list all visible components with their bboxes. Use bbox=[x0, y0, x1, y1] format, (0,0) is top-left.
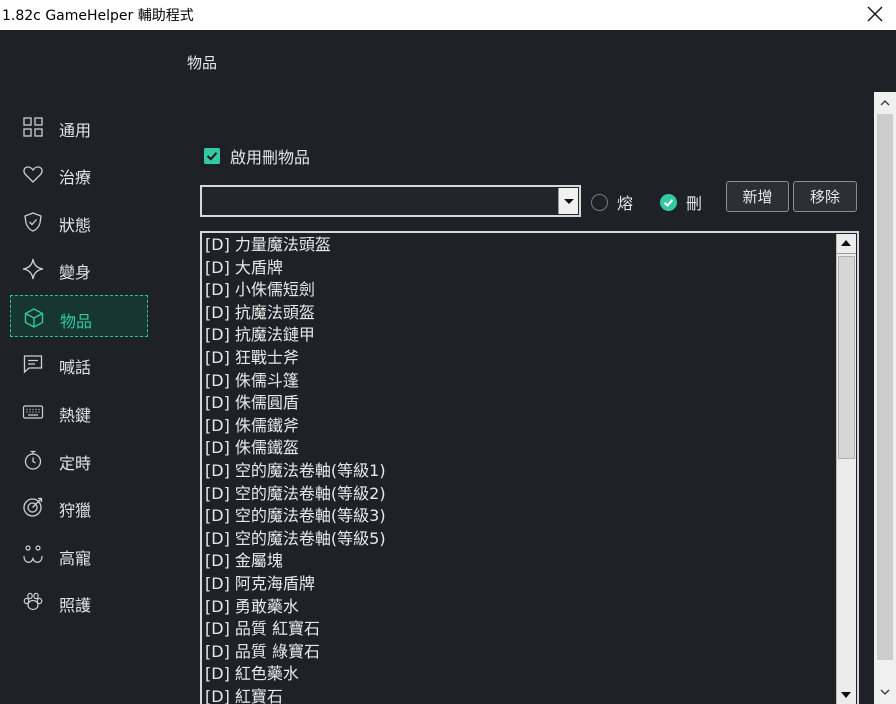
remove-button[interactable]: 移除 bbox=[793, 181, 857, 212]
sidebar-item-transform[interactable]: 變身 bbox=[10, 247, 148, 289]
list-item[interactable]: [D] 空的魔法卷軸(等級5) bbox=[205, 528, 386, 551]
list-item[interactable]: [D] 侏儒鐵斧 bbox=[205, 415, 386, 438]
list-item[interactable]: [D] 小侏儒短劍 bbox=[205, 279, 386, 302]
page-scroll-up-icon[interactable] bbox=[874, 92, 896, 114]
list-item[interactable]: [D] 大盾牌 bbox=[205, 257, 386, 280]
keyboard-icon bbox=[22, 405, 44, 419]
paw-icon bbox=[23, 592, 43, 611]
sidebar-item-label: 通用 bbox=[59, 121, 92, 140]
check-icon bbox=[206, 152, 218, 161]
list-item[interactable]: [D] 金屬塊 bbox=[205, 550, 386, 573]
sidebar-item-label: 喊話 bbox=[59, 358, 92, 377]
list-item[interactable]: [D] 品質 綠寶石 bbox=[205, 641, 386, 664]
list-item[interactable]: [D] 紅色藥水 bbox=[205, 663, 386, 686]
sidebar-item-timer[interactable]: 定時 bbox=[10, 438, 148, 480]
sparkle-icon bbox=[22, 258, 44, 280]
list-item[interactable]: [D] 抗魔法頭盔 bbox=[205, 302, 386, 325]
cube-icon bbox=[24, 308, 44, 328]
list-item[interactable]: [D] 侏儒圓盾 bbox=[205, 392, 386, 415]
scroll-thumb[interactable] bbox=[838, 256, 855, 459]
page-scroll-down-icon[interactable] bbox=[874, 682, 896, 704]
add-button[interactable]: 新增 bbox=[726, 181, 789, 212]
sidebar-item-label: 狩獵 bbox=[59, 501, 92, 520]
scroll-up-icon[interactable] bbox=[837, 234, 856, 254]
sidebar-item-care[interactable]: 照護 bbox=[10, 580, 148, 622]
sidebar-item-status[interactable]: 狀態 bbox=[10, 200, 148, 242]
sidebar-item-hotkey[interactable]: 熱鍵 bbox=[10, 390, 148, 432]
sidebar-item-label: 高寵 bbox=[59, 549, 92, 568]
sidebar-item-pet[interactable]: 高寵 bbox=[10, 533, 148, 575]
list-item[interactable]: [D] 紅寶石 bbox=[205, 686, 386, 704]
stopwatch-icon bbox=[24, 450, 42, 470]
enable-delete-label: 啟用刪物品 bbox=[230, 148, 311, 167]
window-title: 1.82c GameHelper 輔助程式 bbox=[2, 8, 194, 24]
list-item[interactable]: [D] 品質 紅寶石 bbox=[205, 618, 386, 641]
shield-icon bbox=[24, 212, 42, 232]
item-combobox[interactable] bbox=[200, 185, 581, 217]
list-item[interactable]: [D] 抗魔法鏈甲 bbox=[205, 324, 386, 347]
radio-smelt[interactable]: 熔 bbox=[591, 190, 633, 214]
sidebar-item-general[interactable]: 通用 bbox=[10, 105, 148, 147]
radio-circle-icon bbox=[591, 193, 608, 211]
target-icon bbox=[23, 497, 43, 517]
item-list: [D] 力量魔法頭盔 [D] 大盾牌 [D] 小侏儒短劍 [D] 抗魔法頭盔 [D] 抗… bbox=[205, 234, 386, 704]
chevron-down-icon[interactable] bbox=[558, 188, 578, 214]
sidebar-item-label: 物品 bbox=[60, 312, 93, 331]
scroll-down-icon[interactable] bbox=[837, 684, 856, 704]
enable-delete-row[interactable]: 啟用刪物品 bbox=[204, 144, 310, 168]
radio-delete-label: 刪 bbox=[686, 194, 703, 213]
pet-face-icon bbox=[23, 545, 43, 563]
radio-smelt-label: 熔 bbox=[617, 194, 634, 213]
app-window: 物品 通用 治療 狀態 變身 物品 喊話 熱鍵 定時 狩獵 高寵 照護 啟用刪物… bbox=[0, 30, 896, 704]
title-bar: 1.82c GameHelper 輔助程式 bbox=[0, 0, 896, 30]
list-item[interactable]: [D] 侏儒斗篷 bbox=[205, 370, 386, 393]
sidebar-item-label: 治療 bbox=[59, 168, 92, 187]
heart-icon bbox=[23, 166, 43, 183]
list-item[interactable]: [D] 空的魔法卷軸(等級1) bbox=[205, 460, 386, 483]
close-icon[interactable] bbox=[864, 3, 886, 25]
sidebar-item-label: 照護 bbox=[59, 596, 92, 615]
page-scrollbar[interactable] bbox=[874, 92, 896, 704]
list-scrollbar[interactable] bbox=[836, 234, 856, 704]
list-item[interactable]: [D] 狂戰士斧 bbox=[205, 347, 386, 370]
sidebar-item-hunt[interactable]: 狩獵 bbox=[10, 485, 148, 527]
list-item[interactable]: [D] 空的魔法卷軸(等級3) bbox=[205, 505, 386, 528]
sidebar-item-label: 熱鍵 bbox=[59, 406, 92, 425]
sidebar-item-heal[interactable]: 治療 bbox=[10, 152, 148, 194]
list-item[interactable]: [D] 力量魔法頭盔 bbox=[205, 234, 386, 257]
grid-icon bbox=[23, 117, 43, 137]
chat-icon bbox=[23, 355, 43, 374]
list-item[interactable]: [D] 侏儒鐵盔 bbox=[205, 437, 386, 460]
sidebar-item-label: 狀態 bbox=[59, 216, 92, 235]
page-title: 物品 bbox=[187, 54, 218, 72]
item-listbox[interactable]: [D] 力量魔法頭盔 [D] 大盾牌 [D] 小侏儒短劍 [D] 抗魔法頭盔 [D] 抗… bbox=[200, 231, 859, 704]
list-item[interactable]: [D] 阿克海盾牌 bbox=[205, 573, 386, 596]
list-item[interactable]: [D] 空的魔法卷軸(等級2) bbox=[205, 483, 386, 506]
radio-delete[interactable]: 刪 bbox=[660, 190, 702, 214]
enable-delete-checkbox[interactable] bbox=[204, 148, 220, 164]
sidebar-item-label: 變身 bbox=[59, 263, 92, 282]
list-item[interactable]: [D] 勇敢藥水 bbox=[205, 596, 386, 619]
radio-checked-icon bbox=[660, 193, 677, 211]
sidebar-item-items[interactable]: 物品 bbox=[10, 295, 148, 337]
sidebar-item-label: 定時 bbox=[59, 454, 92, 473]
sidebar-item-shout[interactable]: 喊話 bbox=[10, 342, 148, 384]
page-scroll-thumb[interactable] bbox=[877, 114, 893, 660]
